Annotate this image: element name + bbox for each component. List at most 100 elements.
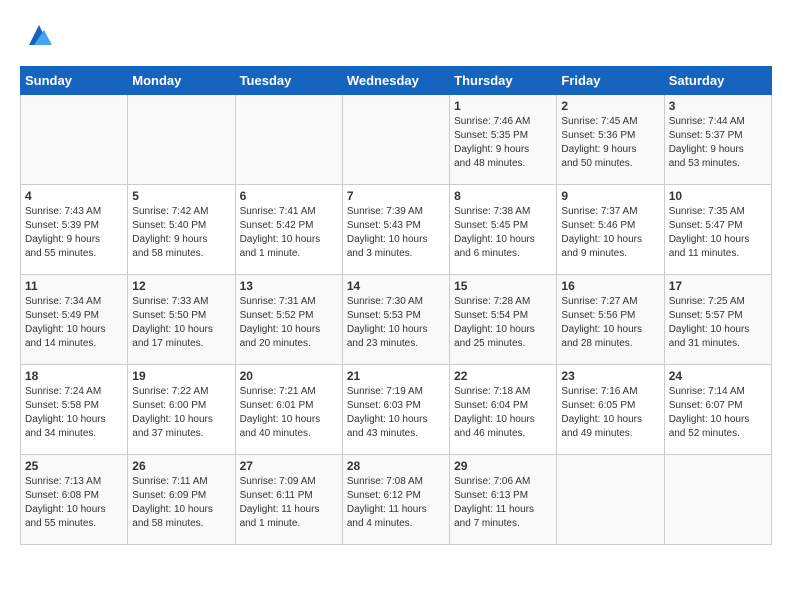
day-cell: 4Sunrise: 7:43 AMSunset: 5:39 PMDaylight… xyxy=(21,185,128,275)
day-number: 22 xyxy=(454,369,552,383)
day-cell: 20Sunrise: 7:21 AMSunset: 6:01 PMDayligh… xyxy=(235,365,342,455)
day-info: Sunrise: 7:22 AMSunset: 6:00 PMDaylight:… xyxy=(132,385,230,441)
day-cell: 13 Sunrise: 7:31 AMSunset: 5:52 PMDayligh… xyxy=(235,275,342,365)
day-number: 24 xyxy=(669,369,767,383)
day-number: 25 xyxy=(25,459,123,473)
day-cell: 11Sunrise: 7:34 AMSunset: 5:49 PMDayligh… xyxy=(21,275,128,365)
day-cell: 14 Sunrise: 7:30 AMSunset: 5:53 PMDayligh… xyxy=(342,275,449,365)
day-info: Sunrise: 7:14 AMSunset: 6:07 PMDaylight:… xyxy=(669,385,767,441)
day-number: 4 xyxy=(25,189,123,203)
day-number: 14 xyxy=(347,279,445,293)
day-cell: 6 Sunrise: 7:41 AMSunset: 5:42 PMDaylight… xyxy=(235,185,342,275)
calendar-table: SundayMondayTuesdayWednesdayThursdayFrid… xyxy=(20,66,772,545)
day-cell: 24 Sunrise: 7:14 AMSunset: 6:07 PMDayligh… xyxy=(664,365,771,455)
day-number: 10 xyxy=(669,189,767,203)
day-info: Sunrise: 7:44 AMSunset: 5:37 PMDaylight:… xyxy=(669,115,767,171)
day-info: Sunrise: 7:13 AMSunset: 6:08 PMDaylight:… xyxy=(25,475,123,531)
day-number: 28 xyxy=(347,459,445,473)
day-number: 23 xyxy=(561,369,659,383)
day-cell: 5 Sunrise: 7:42 AMSunset: 5:40 PMDaylight… xyxy=(128,185,235,275)
day-cell: 28 Sunrise: 7:08 AMSunset: 6:12 PMDayligh… xyxy=(342,455,449,545)
day-number: 17 xyxy=(669,279,767,293)
day-cell: 19Sunrise: 7:22 AMSunset: 6:00 PMDayligh… xyxy=(128,365,235,455)
week-row-2: 11Sunrise: 7:34 AMSunset: 5:49 PMDayligh… xyxy=(21,275,772,365)
header-thursday: Thursday xyxy=(450,67,557,95)
logo-text xyxy=(20,20,54,56)
header-wednesday: Wednesday xyxy=(342,67,449,95)
day-number: 2 xyxy=(561,99,659,113)
day-cell: 12 Sunrise: 7:33 AMSunset: 5:50 PMDayligh… xyxy=(128,275,235,365)
day-number: 3 xyxy=(669,99,767,113)
week-row-0: 1Sunrise: 7:46 AMSunset: 5:35 PMDaylight… xyxy=(21,95,772,185)
day-cell: 21 Sunrise: 7:19 AMSunset: 6:03 PMDayligh… xyxy=(342,365,449,455)
day-cell xyxy=(21,95,128,185)
header-row: SundayMondayTuesdayWednesdayThursdayFrid… xyxy=(21,67,772,95)
day-info: Sunrise: 7:06 AMSunset: 6:13 PMDaylight:… xyxy=(454,475,552,531)
day-info: Sunrise: 7:24 AMSunset: 5:58 PMDaylight:… xyxy=(25,385,123,441)
day-number: 16 xyxy=(561,279,659,293)
day-cell: 27 Sunrise: 7:09 AMSunset: 6:11 PMDayligh… xyxy=(235,455,342,545)
day-cell: 18Sunrise: 7:24 AMSunset: 5:58 PMDayligh… xyxy=(21,365,128,455)
day-number: 27 xyxy=(240,459,338,473)
day-cell xyxy=(235,95,342,185)
day-number: 8 xyxy=(454,189,552,203)
day-cell xyxy=(664,455,771,545)
day-cell: 15Sunrise: 7:28 AMSunset: 5:54 PMDayligh… xyxy=(450,275,557,365)
day-info: Sunrise: 7:08 AMSunset: 6:12 PMDaylight:… xyxy=(347,475,445,531)
day-cell: 10 Sunrise: 7:35 AMSunset: 5:47 PMDayligh… xyxy=(664,185,771,275)
logo-icon xyxy=(24,20,54,50)
calendar-body: 1Sunrise: 7:46 AMSunset: 5:35 PMDaylight… xyxy=(21,95,772,545)
page-header xyxy=(20,20,772,56)
day-number: 21 xyxy=(347,369,445,383)
day-info: Sunrise: 7:35 AMSunset: 5:47 PMDaylight:… xyxy=(669,205,767,261)
header-friday: Friday xyxy=(557,67,664,95)
header-saturday: Saturday xyxy=(664,67,771,95)
day-info: Sunrise: 7:18 AMSunset: 6:04 PMDaylight:… xyxy=(454,385,552,441)
day-cell: 7 Sunrise: 7:39 AMSunset: 5:43 PMDaylight… xyxy=(342,185,449,275)
day-cell: 9 Sunrise: 7:37 AMSunset: 5:46 PMDaylight… xyxy=(557,185,664,275)
day-number: 11 xyxy=(25,279,123,293)
week-row-4: 25 Sunrise: 7:13 AMSunset: 6:08 PMDayligh… xyxy=(21,455,772,545)
day-cell: 8 Sunrise: 7:38 AMSunset: 5:45 PMDaylight… xyxy=(450,185,557,275)
week-row-1: 4Sunrise: 7:43 AMSunset: 5:39 PMDaylight… xyxy=(21,185,772,275)
day-cell: 26 Sunrise: 7:11 AMSunset: 6:09 PMDayligh… xyxy=(128,455,235,545)
day-info: Sunrise: 7:16 AMSunset: 6:05 PMDaylight:… xyxy=(561,385,659,441)
day-number: 7 xyxy=(347,189,445,203)
week-row-3: 18Sunrise: 7:24 AMSunset: 5:58 PMDayligh… xyxy=(21,365,772,455)
day-cell: 25 Sunrise: 7:13 AMSunset: 6:08 PMDayligh… xyxy=(21,455,128,545)
day-cell: 23 Sunrise: 7:16 AMSunset: 6:05 PMDayligh… xyxy=(557,365,664,455)
day-cell: 1Sunrise: 7:46 AMSunset: 5:35 PMDaylight… xyxy=(450,95,557,185)
day-info: Sunrise: 7:19 AMSunset: 6:03 PMDaylight:… xyxy=(347,385,445,441)
day-info: Sunrise: 7:25 AMSunset: 5:57 PMDaylight:… xyxy=(669,295,767,351)
day-info: Sunrise: 7:38 AMSunset: 5:45 PMDaylight:… xyxy=(454,205,552,261)
day-cell xyxy=(557,455,664,545)
day-number: 6 xyxy=(240,189,338,203)
day-number: 5 xyxy=(132,189,230,203)
day-info: Sunrise: 7:11 AMSunset: 6:09 PMDaylight:… xyxy=(132,475,230,531)
calendar-header: SundayMondayTuesdayWednesdayThursdayFrid… xyxy=(21,67,772,95)
day-info: Sunrise: 7:41 AMSunset: 5:42 PMDaylight:… xyxy=(240,205,338,261)
day-info: Sunrise: 7:21 AMSunset: 6:01 PMDaylight:… xyxy=(240,385,338,441)
day-info: Sunrise: 7:31 AMSunset: 5:52 PMDaylight:… xyxy=(240,295,338,351)
day-info: Sunrise: 7:30 AMSunset: 5:53 PMDaylight:… xyxy=(347,295,445,351)
day-cell: 3 Sunrise: 7:44 AMSunset: 5:37 PMDaylight… xyxy=(664,95,771,185)
day-info: Sunrise: 7:33 AMSunset: 5:50 PMDaylight:… xyxy=(132,295,230,351)
day-info: Sunrise: 7:39 AMSunset: 5:43 PMDaylight:… xyxy=(347,205,445,261)
day-cell: 16Sunrise: 7:27 AMSunset: 5:56 PMDayligh… xyxy=(557,275,664,365)
day-number: 12 xyxy=(132,279,230,293)
header-sunday: Sunday xyxy=(21,67,128,95)
day-cell: 2Sunrise: 7:45 AMSunset: 5:36 PMDaylight… xyxy=(557,95,664,185)
day-cell xyxy=(128,95,235,185)
day-number: 26 xyxy=(132,459,230,473)
day-info: Sunrise: 7:42 AMSunset: 5:40 PMDaylight:… xyxy=(132,205,230,261)
day-info: Sunrise: 7:28 AMSunset: 5:54 PMDaylight:… xyxy=(454,295,552,351)
header-tuesday: Tuesday xyxy=(235,67,342,95)
header-monday: Monday xyxy=(128,67,235,95)
day-number: 9 xyxy=(561,189,659,203)
day-cell xyxy=(342,95,449,185)
day-number: 13 xyxy=(240,279,338,293)
logo xyxy=(20,20,54,56)
day-cell: 29Sunrise: 7:06 AMSunset: 6:13 PMDayligh… xyxy=(450,455,557,545)
day-info: Sunrise: 7:09 AMSunset: 6:11 PMDaylight:… xyxy=(240,475,338,531)
day-info: Sunrise: 7:37 AMSunset: 5:46 PMDaylight:… xyxy=(561,205,659,261)
